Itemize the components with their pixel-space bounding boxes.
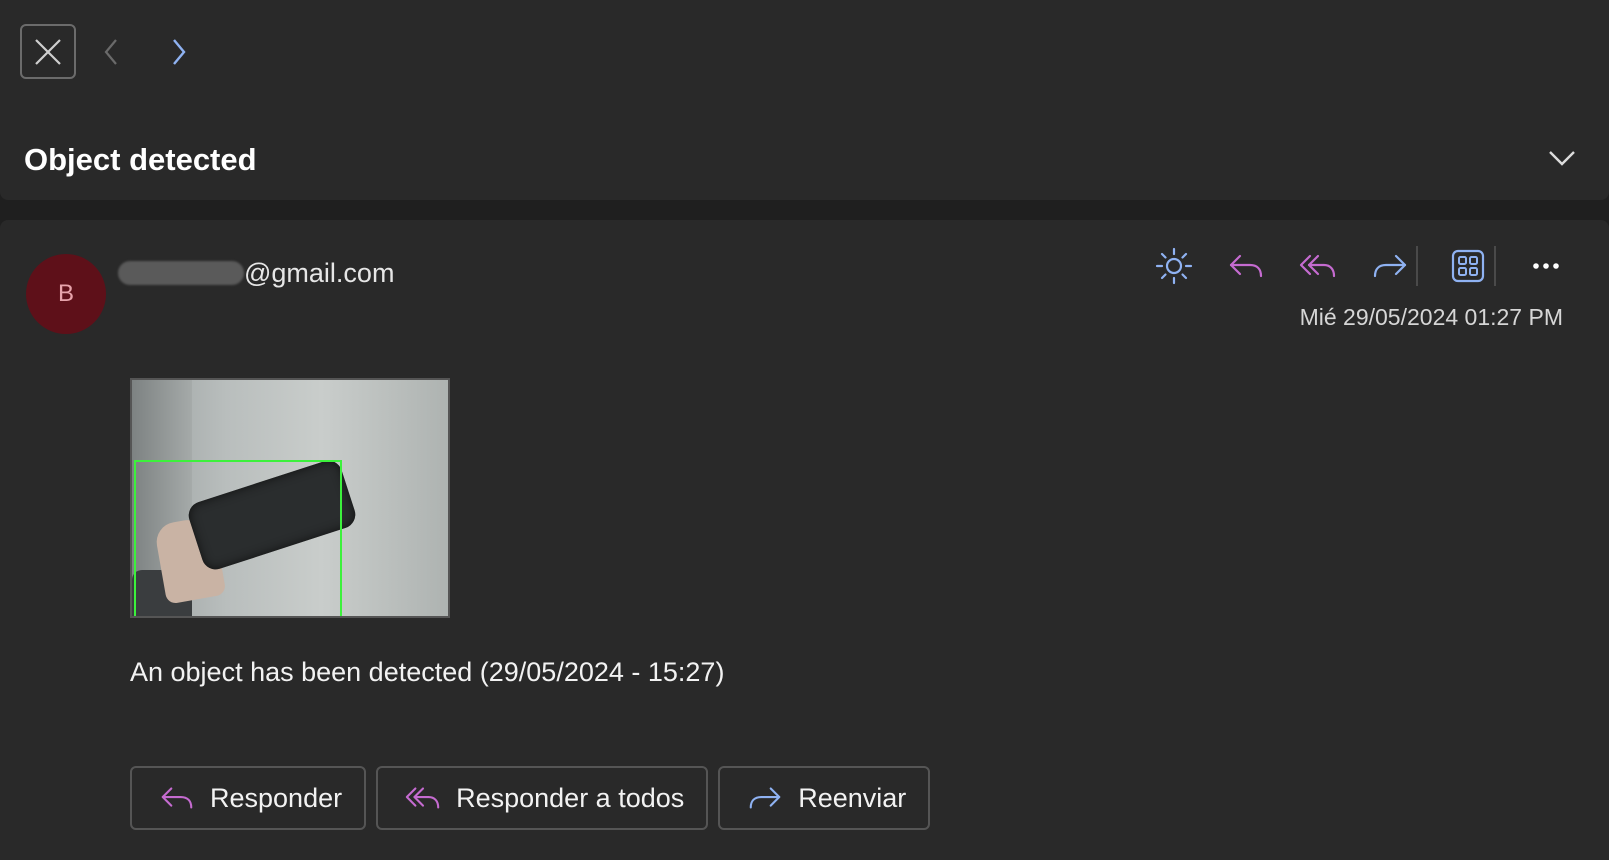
next-button[interactable]	[158, 32, 198, 72]
apps-button[interactable]	[1444, 242, 1492, 290]
more-actions-button[interactable]	[1522, 242, 1570, 290]
redacted-username	[118, 261, 244, 285]
forward-icon	[1373, 254, 1407, 278]
forward-toolbar-button[interactable]	[1366, 242, 1414, 290]
forward-icon	[749, 787, 781, 809]
reply-all-icon	[405, 787, 440, 809]
reply-all-label: Responder a todos	[456, 782, 685, 813]
toolbar-divider	[1416, 246, 1418, 286]
theme-toggle-button[interactable]	[1150, 242, 1198, 290]
reply-all-toolbar-button[interactable]	[1294, 242, 1342, 290]
reply-toolbar-button[interactable]	[1222, 242, 1270, 290]
message-panel: B @gmail.com Mié 29/05/2024 01:27 PM An …	[0, 220, 1609, 860]
close-icon	[35, 38, 61, 65]
detection-box	[134, 460, 342, 616]
previous-button[interactable]	[92, 32, 132, 72]
sender-address[interactable]: @gmail.com	[118, 256, 394, 290]
reply-icon	[1229, 254, 1263, 278]
reading-header: Object detected	[0, 0, 1609, 200]
toolbar-divider	[1494, 246, 1496, 286]
forward-label: Reenviar	[798, 782, 907, 813]
reply-icon	[161, 787, 193, 809]
reply-all-button[interactable]: Responder a todos	[376, 766, 709, 830]
inline-image[interactable]	[130, 378, 450, 618]
quick-actions: Responder Responder a todos Reenviar	[130, 766, 940, 830]
message-body: An object has been detected (29/05/2024 …	[130, 657, 725, 687]
avatar[interactable]: B	[26, 254, 106, 334]
email-subject: Object detected	[24, 142, 257, 177]
sun-icon	[1155, 247, 1193, 285]
expand-button[interactable]	[1545, 141, 1579, 175]
apps-icon	[1451, 249, 1485, 283]
close-button[interactable]	[20, 24, 76, 79]
reply-button[interactable]: Responder	[130, 766, 367, 830]
avatar-initial: B	[57, 280, 74, 307]
reply-all-icon	[1299, 254, 1336, 278]
more-icon	[1533, 263, 1559, 269]
sender-domain: @gmail.com	[244, 257, 395, 288]
chevron-down-icon	[1549, 151, 1575, 166]
forward-button[interactable]: Reenviar	[718, 766, 931, 830]
reply-label: Responder	[210, 782, 343, 813]
message-date: Mié 29/05/2024 01:27 PM	[1299, 304, 1563, 330]
message-toolbar	[1150, 242, 1570, 290]
chevron-left-icon	[104, 39, 117, 65]
chevron-right-icon	[173, 39, 186, 65]
